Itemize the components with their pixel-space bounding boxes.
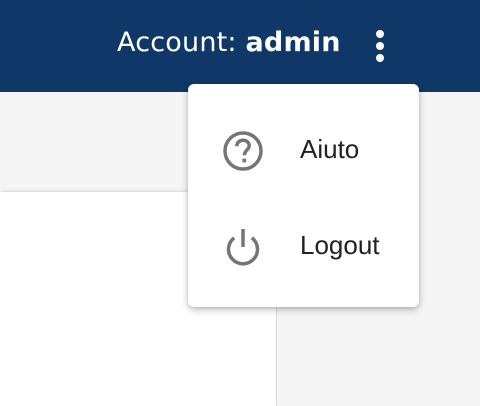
account-menu: Aiuto Logout <box>188 84 419 307</box>
more-options-button[interactable] <box>364 26 396 66</box>
top-app-bar: Account: admin <box>0 0 480 92</box>
more-vert-icon-dot <box>376 42 384 50</box>
account-prefix: Account: <box>117 27 246 58</box>
power-icon <box>222 226 264 268</box>
account-label: Account: admin <box>117 27 341 58</box>
menu-item-logout-label: Logout <box>300 230 380 260</box>
account-username: admin <box>245 27 341 58</box>
menu-item-logout[interactable]: Logout <box>188 198 419 294</box>
menu-item-help[interactable]: Aiuto <box>188 102 419 198</box>
menu-item-help-label: Aiuto <box>300 134 360 164</box>
more-vert-icon-dot <box>376 30 384 38</box>
help-circle-icon <box>222 130 264 172</box>
more-vert-icon-dot <box>376 54 384 62</box>
